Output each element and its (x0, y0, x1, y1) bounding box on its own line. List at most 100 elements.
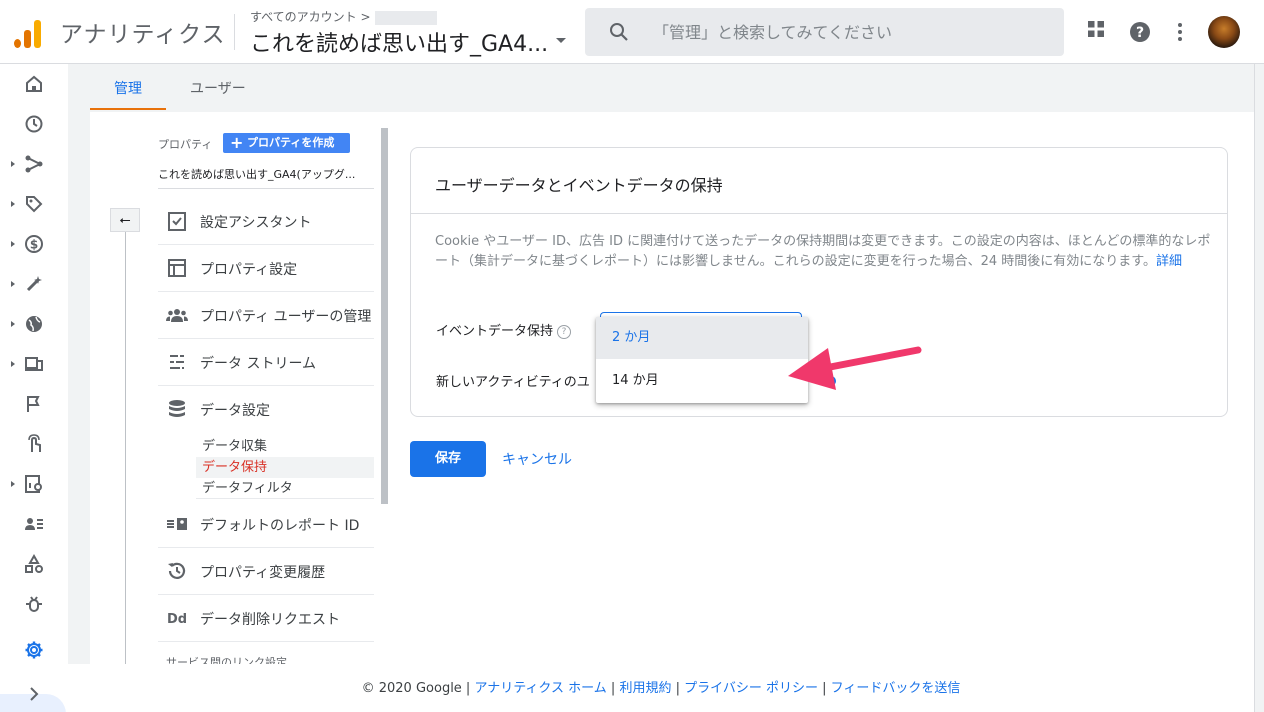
reset-on-activity-label: 新しいアクティビティのユ (436, 375, 590, 390)
footer-link-terms[interactable]: 利用規約 (619, 681, 671, 696)
clock-icon (25, 115, 43, 133)
learn-more-link[interactable]: 詳細 (1156, 254, 1182, 269)
rail-tech[interactable] (0, 344, 68, 384)
retention-dropdown: 2 か月 14 か月 (596, 317, 808, 403)
menu-label: データ削除リクエスト (200, 612, 340, 628)
option-14-months[interactable]: 14 か月 (596, 360, 808, 402)
gear-icon (25, 641, 43, 659)
cancel-button[interactable]: キャンセル (502, 449, 572, 469)
rail-analysis[interactable] (0, 464, 68, 504)
menu-label: プロパティ ユーザーの管理 (200, 309, 372, 325)
submenu-data-collection[interactable]: データ収集 (196, 436, 374, 457)
rail-audiences[interactable] (0, 504, 68, 544)
flag-icon (27, 396, 40, 412)
rail-admin[interactable] (0, 630, 68, 670)
column-guide-line (125, 232, 126, 664)
tab-user[interactable]: ユーザー (190, 78, 246, 98)
rail-tags[interactable] (0, 184, 68, 224)
rail-monetization[interactable]: $ (0, 224, 68, 264)
redacted-account-name (374, 10, 437, 25)
menu-change-history[interactable]: プロパティ変更履歴 (158, 548, 374, 595)
rail-shapes[interactable] (0, 544, 68, 584)
expand-arrow-icon (11, 281, 15, 287)
column-scrollbar[interactable] (381, 128, 388, 504)
menu-data-deletion[interactable]: Dd データ削除リクエスト (158, 595, 374, 642)
tab-admin[interactable]: 管理 (114, 78, 142, 98)
menu-data-streams[interactable]: データ ストリーム (158, 339, 374, 386)
create-property-button[interactable]: + プロパティを作成 (223, 133, 350, 153)
chevron-right-icon (30, 687, 39, 701)
help-icon[interactable]: ? (1129, 21, 1151, 43)
header-divider (234, 14, 235, 50)
search-input[interactable] (653, 20, 1033, 44)
tag-icon (26, 196, 43, 213)
rail-demographics[interactable] (0, 304, 68, 344)
expand-arrow-icon (11, 161, 15, 167)
footer-link-home[interactable]: アナリティクス ホーム (474, 681, 606, 696)
option-2-months[interactable]: 2 か月 (596, 317, 808, 359)
submenu-data-filters[interactable]: データフィルタ (196, 478, 374, 499)
bug-icon (26, 596, 42, 612)
menu-user-management[interactable]: プロパティ ユーザーの管理 (158, 292, 374, 339)
rail-home[interactable] (0, 64, 68, 104)
search-bar[interactable] (585, 8, 1064, 56)
app-name[interactable]: アナリティクス (60, 15, 225, 49)
rail-conversions[interactable] (0, 424, 68, 464)
svg-text:$: $ (30, 238, 38, 252)
dd-icon: Dd (167, 612, 187, 627)
property-title[interactable]: これを読めば思い出す_GA4... (250, 26, 548, 58)
property-selector[interactable]: これを読めば思い出す_GA4(アップグ... (158, 166, 374, 189)
avatar[interactable] (1208, 16, 1240, 48)
menu-label: 設定アシスタント (200, 215, 312, 231)
save-button[interactable]: 保存 (410, 441, 486, 477)
person-list-icon (25, 518, 43, 530)
footer-link-feedback[interactable]: フィードバックを送信 (831, 681, 961, 696)
menu-service-links[interactable]: サービス間のリンク設定 (166, 656, 366, 664)
expand-arrow-icon (11, 321, 15, 327)
rail-events[interactable] (0, 384, 68, 424)
apps-grid-icon[interactable] (1087, 20, 1105, 38)
breadcrumb[interactable]: すべてのアカウント > (250, 8, 437, 25)
page-scrollbar[interactable] (1254, 64, 1264, 712)
menu-label: データ ストリーム (200, 356, 317, 372)
plus-icon: + (230, 133, 244, 152)
shapes-icon (25, 554, 43, 573)
menu-default-reporting-id[interactable]: デフォルトのレポート ID (158, 501, 374, 548)
devices-icon (25, 357, 43, 371)
svg-text:Dd: Dd (167, 612, 187, 627)
footer-link-privacy[interactable]: プライバシー ポリシー (684, 681, 818, 696)
card-title: ユーザーデータとイベントデータの保持 (435, 176, 723, 195)
annotation-arrow-icon (788, 346, 922, 390)
rail-acquisition[interactable] (0, 144, 68, 184)
more-vert-icon[interactable] (1176, 22, 1184, 42)
rail-realtime[interactable] (0, 104, 68, 144)
chevron-down-icon[interactable] (556, 38, 566, 43)
fork-icon (25, 155, 43, 173)
menu-label: プロパティ設定 (200, 262, 298, 278)
expand-arrow-icon (11, 201, 15, 207)
top-app-bar: アナリティクス すべてのアカウント > これを読めば思い出す_GA4... ? (0, 0, 1264, 64)
menu-label: デフォルトのレポート ID (200, 518, 360, 534)
submenu-data-retention[interactable]: データ保持 (196, 457, 374, 478)
streams-icon (170, 355, 184, 369)
tab-active-indicator (90, 108, 166, 110)
expand-arrow-icon (11, 481, 15, 487)
checkbox-clipboard-icon (168, 212, 186, 231)
property-column-label: プロパティ (158, 138, 213, 151)
rail-debug[interactable] (0, 584, 68, 624)
help-circle-icon[interactable]: ? (557, 324, 572, 339)
back-arrow-icon[interactable]: ⭠ (110, 208, 140, 232)
copyright: © 2020 Google | (361, 681, 471, 696)
analytics-logo-icon[interactable] (14, 18, 42, 48)
footer: © 2020 Google | アナリティクス ホーム | 利用規約 | プライ… (68, 664, 1254, 712)
card-divider (411, 213, 1227, 214)
home-icon (26, 75, 42, 92)
menu-label: データ設定 (200, 403, 270, 419)
rail-expand[interactable] (0, 674, 68, 712)
menu-data-settings[interactable]: データ設定 (158, 386, 374, 433)
menu-setup-assistant[interactable]: 設定アシスタント (158, 198, 374, 245)
id-card-icon (167, 518, 187, 530)
rail-engagement[interactable] (0, 264, 68, 304)
menu-property-settings[interactable]: プロパティ設定 (158, 245, 374, 292)
dollar-icon: $ (25, 235, 43, 253)
